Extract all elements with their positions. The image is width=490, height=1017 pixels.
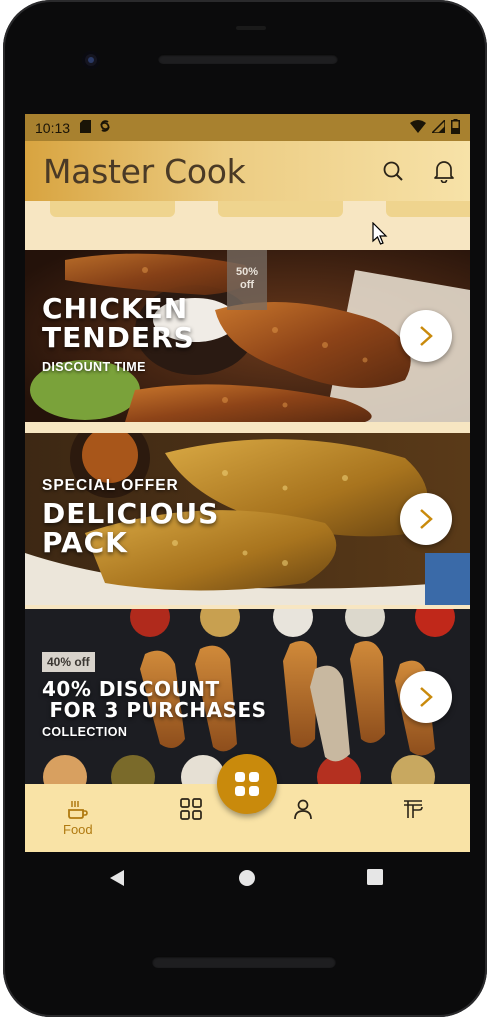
banner-title-line: CHICKEN (42, 292, 189, 325)
brand-icon (404, 800, 423, 818)
partial-card[interactable] (50, 201, 175, 217)
banner-title-line: FOR 3 PURCHASES (42, 698, 267, 722)
sd-card-icon (80, 119, 92, 136)
apps-fab-button[interactable] (217, 754, 277, 814)
notifications-button[interactable] (430, 157, 458, 185)
battery-icon (451, 118, 460, 137)
app-title: Master Cook (43, 151, 246, 191)
partial-card[interactable] (386, 201, 470, 217)
chevron-right-icon (420, 509, 433, 529)
nav-item-categories[interactable] (180, 798, 202, 820)
discount-tag: 40% off (42, 652, 95, 672)
discount-tag-percent: 50% (235, 266, 259, 278)
recents-button[interactable] (367, 869, 383, 890)
recents-icon (367, 869, 383, 885)
system-navigation-bar (0, 852, 490, 902)
status-bar: 10:13 (25, 114, 470, 141)
wifi-icon (410, 119, 426, 136)
profile-icon (294, 799, 312, 820)
front-camera (82, 51, 100, 69)
app-bar: Master Cook (25, 141, 470, 201)
nav-item-brand[interactable] (402, 798, 424, 820)
mouse-cursor-icon (372, 221, 388, 251)
apps-icon (235, 772, 259, 796)
app-screen: 10:13 Master Cook 50% off CHICKEN TENDER… (25, 114, 470, 852)
phone-notch (236, 26, 266, 30)
search-button[interactable] (379, 157, 407, 185)
sync-icon (99, 119, 111, 136)
search-icon (383, 161, 403, 181)
bell-icon (434, 161, 454, 183)
banner-next-button[interactable] (400, 493, 452, 545)
banner-title-line: TENDERS (42, 321, 195, 355)
banner-title: 40% DISCOUNT FOR 3 PURCHASES (42, 679, 267, 721)
discount-tag: 50% off (227, 250, 267, 310)
grid-icon (180, 798, 202, 820)
signal-icon (430, 117, 446, 136)
chevron-right-icon (420, 687, 433, 707)
nav-item-profile[interactable] (292, 798, 314, 820)
banner-delicious-pack[interactable]: SPECIAL OFFER DELICIOUS PACK (25, 433, 470, 605)
banner-subtitle: COLLECTION (42, 725, 128, 739)
banner-title-line: PACK (42, 526, 128, 560)
banner-title: DELICIOUS PACK (42, 499, 219, 558)
partial-card[interactable] (218, 201, 343, 217)
food-icon (67, 801, 88, 819)
home-button[interactable] (238, 869, 256, 892)
status-time: 10:13 (35, 119, 71, 136)
scrolled-card-strip (25, 201, 470, 249)
home-icon (239, 870, 255, 886)
chevron-right-icon (420, 326, 433, 346)
bottom-speaker (152, 956, 336, 968)
banner-chicken-tenders[interactable]: 50% off CHICKEN TENDERS DISCOUNT TIME (25, 250, 470, 422)
banner-title: CHICKEN TENDERS (42, 294, 195, 353)
banner-subtitle: DISCOUNT TIME (42, 360, 146, 374)
earpiece-speaker (158, 54, 338, 64)
back-button[interactable] (109, 869, 125, 892)
nav-item-food[interactable]: Food (63, 798, 93, 837)
banner-overline: SPECIAL OFFER (42, 477, 179, 494)
banner-next-button[interactable] (400, 671, 452, 723)
banner-next-button[interactable] (400, 310, 452, 362)
discount-tag-off: off (239, 279, 255, 292)
banner-title-line: DELICIOUS (42, 497, 220, 530)
nav-item-label: Food (63, 822, 93, 837)
back-icon (110, 870, 124, 886)
